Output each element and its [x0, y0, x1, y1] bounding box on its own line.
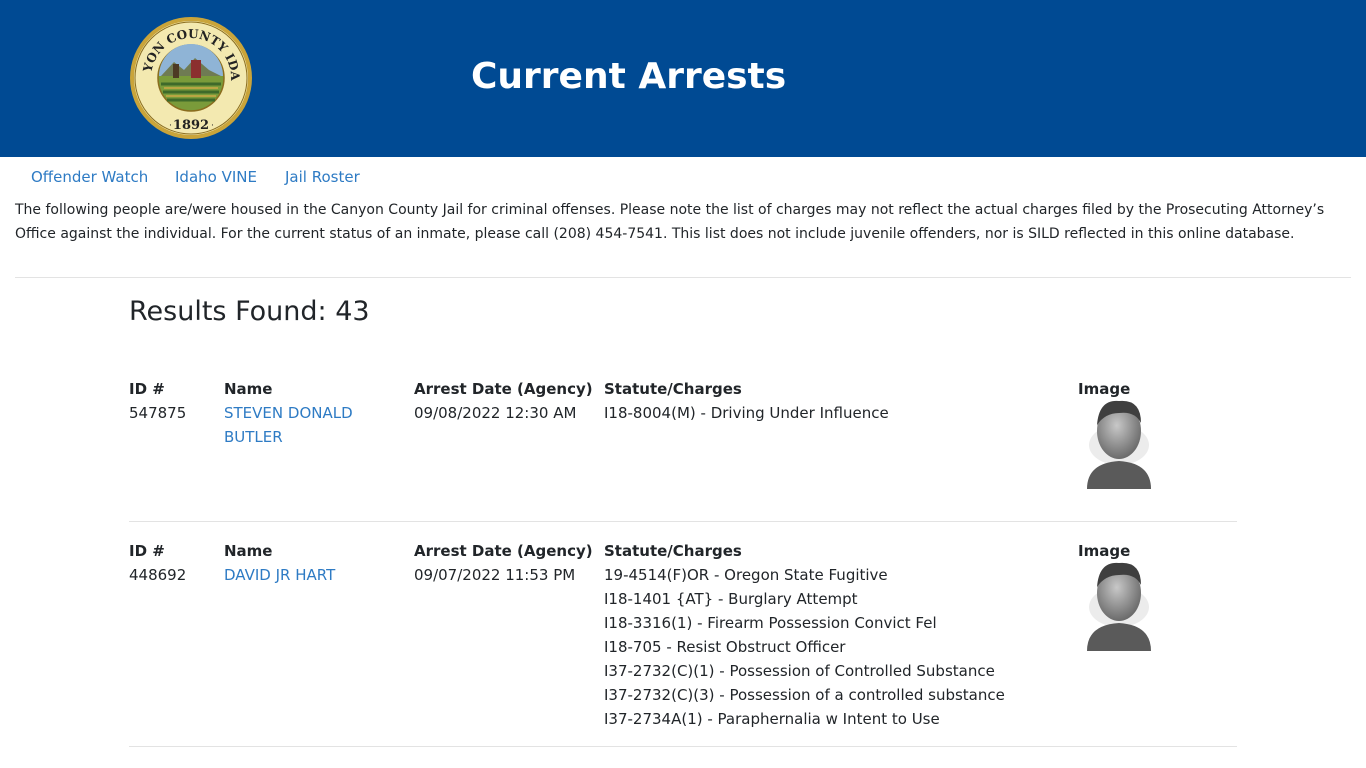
canyon-county-seal-logo: CANYON COUNTY IDAHO 1892 · · — [129, 16, 253, 140]
charge-item: I18-8004(M) - Driving Under Influence — [604, 404, 889, 422]
charge-item: I18-1401 {AT} - Burglary Attempt — [604, 590, 858, 608]
id-value: 547875 — [129, 404, 187, 422]
default-avatar-icon[interactable] — [1085, 397, 1153, 489]
name-column: Name STEVEN DONALD BUTLER — [224, 377, 384, 449]
charge-item: I18-3316(1) - Firearm Possession Convict… — [604, 614, 937, 632]
id-column: ID # 448692 — [129, 539, 219, 587]
charges-list: 19-4514(F)OR - Oregon State Fugitive I18… — [604, 563, 1064, 731]
arrest-date-value: 09/07/2022 11:53 PM — [414, 566, 576, 584]
charges-list: I18-8004(M) - Driving Under Influence — [604, 401, 1064, 425]
charges-header: Statute/Charges — [604, 542, 742, 560]
svg-text:·: · — [211, 121, 214, 131]
charge-item: I37-2734A(1) - Paraphernalia w Intent to… — [604, 710, 940, 728]
inmate-name-link[interactable]: STEVEN DONALD BUTLER — [224, 401, 384, 449]
nav-link-idaho-vine[interactable]: Idaho VINE — [175, 165, 257, 189]
intro-text: The following people are/were housed in … — [15, 202, 1325, 242]
record-row: ID # 448692 Name DAVID JR HART Arrest Da… — [129, 539, 1237, 747]
charge-item: I37-2732(C)(3) - Possession of a control… — [604, 686, 1005, 704]
charge-item: 19-4514(F)OR - Oregon State Fugitive — [604, 566, 888, 584]
nav-link-offender-watch[interactable]: Offender Watch — [31, 165, 148, 189]
arrest-date-header: Arrest Date (Agency) — [414, 542, 593, 560]
nav-link-jail-roster[interactable]: Jail Roster — [285, 165, 360, 189]
arrest-date-value: 09/08/2022 12:30 AM — [414, 404, 577, 422]
arrest-date-header: Arrest Date (Agency) — [414, 380, 593, 398]
svg-text:1892: 1892 — [173, 118, 209, 133]
name-header: Name — [224, 542, 273, 560]
charges-column: Statute/Charges 19-4514(F)OR - Oregon St… — [604, 539, 1064, 731]
results-count-heading: Results Found: 43 — [129, 296, 370, 327]
record-row: ID # 547875 Name STEVEN DONALD BUTLER Ar… — [129, 377, 1237, 522]
id-header: ID # — [129, 542, 165, 560]
name-header: Name — [224, 380, 273, 398]
svg-text:·: · — [169, 121, 172, 131]
arrest-date-column: Arrest Date (Agency) 09/08/2022 12:30 AM — [414, 377, 599, 425]
charge-item: I37-2732(C)(1) - Possession of Controlle… — [604, 662, 995, 680]
charge-item: I18-705 - Resist Obstruct Officer — [604, 638, 846, 656]
inmate-name-link[interactable]: DAVID JR HART — [224, 563, 384, 587]
id-value: 448692 — [129, 566, 187, 584]
id-header: ID # — [129, 380, 165, 398]
page-title: Current Arrests — [471, 56, 787, 97]
site-header: CANYON COUNTY IDAHO 1892 · · Current Arr… — [0, 0, 1366, 157]
default-avatar-icon[interactable] — [1085, 559, 1153, 651]
charges-header: Statute/Charges — [604, 380, 742, 398]
charges-column: Statute/Charges I18-8004(M) - Driving Un… — [604, 377, 1064, 425]
divider — [15, 277, 1351, 278]
arrest-date-column: Arrest Date (Agency) 09/07/2022 11:53 PM — [414, 539, 599, 587]
id-column: ID # 547875 — [129, 377, 219, 425]
name-column: Name DAVID JR HART — [224, 539, 384, 587]
top-nav: Offender Watch Idaho VINE Jail Roster — [0, 165, 1366, 191]
